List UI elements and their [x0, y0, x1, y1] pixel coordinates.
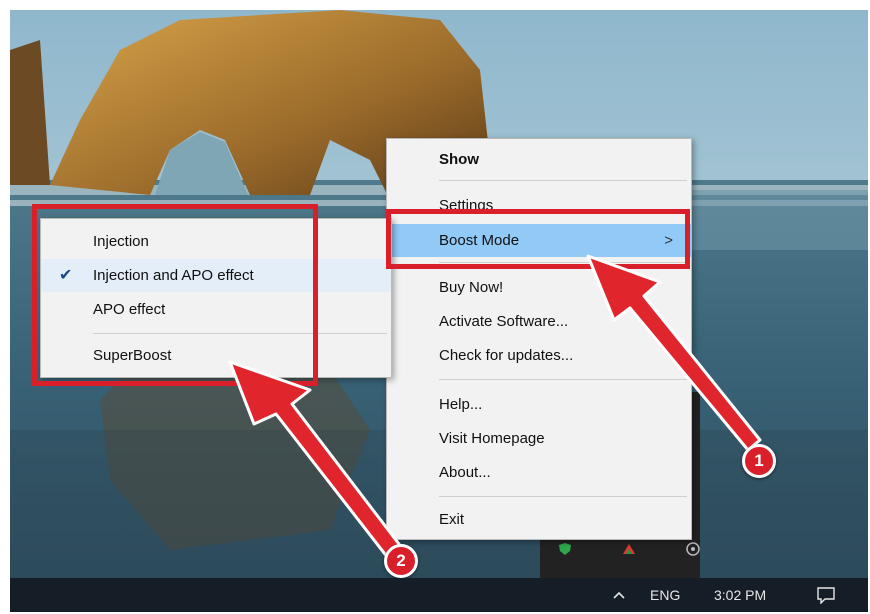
- chevron-up-icon[interactable]: [612, 589, 626, 601]
- clock[interactable]: 3:02 PM: [714, 578, 766, 612]
- taskbar: ENG 3:02 PM: [10, 578, 868, 612]
- annotation-arrows: [228, 254, 762, 560]
- annotation-badge-2: 2: [384, 544, 418, 578]
- desktop-screenshot: Show Settings Boost Mode > Buy Now! Acti…: [10, 10, 868, 612]
- language-indicator[interactable]: ENG: [650, 578, 680, 612]
- annotation-badge-1: 1: [742, 444, 776, 478]
- arrow-2-icon: [228, 360, 404, 560]
- arrow-1-icon: [586, 254, 762, 452]
- notification-icon[interactable]: [816, 586, 836, 604]
